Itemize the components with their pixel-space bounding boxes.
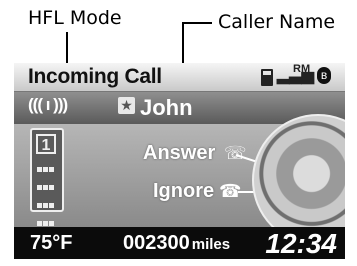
star-contact-icon: ★ <box>118 97 135 114</box>
screen-title: Incoming Call <box>28 65 162 88</box>
top-status-bar: Incoming Call ▂▃▅ RM ʙ <box>14 63 345 92</box>
roaming-indicator: RM <box>293 63 311 75</box>
odometer-unit: miles <box>191 236 231 253</box>
bluetooth-icon: ʙ <box>317 67 331 84</box>
caller-name-callout: Caller Name <box>218 11 336 33</box>
call-options-panel: 1 Answer ☏ Ignore ☎ <box>14 114 345 246</box>
cell-phone-icon: 1 <box>30 128 64 226</box>
ignore-option[interactable]: Ignore <box>153 180 214 203</box>
infotainment-display: Incoming Call ▂▃▅ RM ʙ ((( ı ))) ★ John … <box>14 63 345 259</box>
bottom-info-bar: 75°F 002300 miles 12:34 <box>14 227 345 259</box>
answer-option[interactable]: Answer <box>143 142 215 165</box>
ringing-waves-icon: ((( ı ))) <box>28 95 68 114</box>
battery-icon <box>261 69 273 86</box>
caller-name: John <box>140 95 193 120</box>
caller-name-leader-line <box>182 22 212 24</box>
clock: 12:34 <box>265 228 337 259</box>
odometer-value: 002300 <box>123 232 190 254</box>
phone-line-number: 1 <box>36 134 56 154</box>
phone-keypad-icon <box>37 162 59 234</box>
hfl-mode-callout: HFL Mode <box>28 7 122 29</box>
outside-temperature: 75°F <box>30 232 73 254</box>
odometer: 002300 miles <box>123 232 230 255</box>
